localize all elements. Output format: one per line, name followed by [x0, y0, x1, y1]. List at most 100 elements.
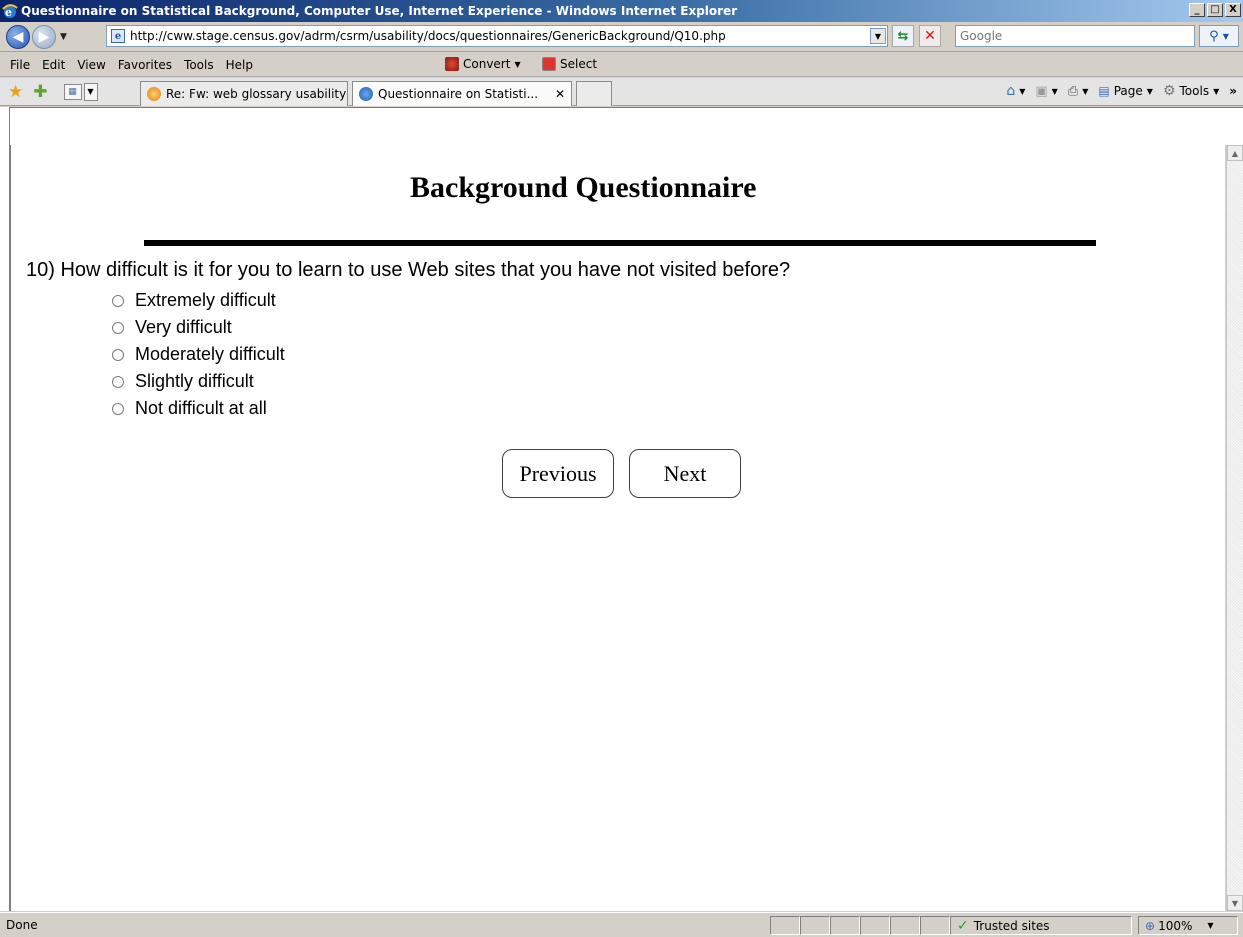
add-favorites-icon[interactable]: ✚ [33, 82, 47, 102]
address-url[interactable]: http://cww.stage.census.gov/adrm/csrm/us… [130, 29, 726, 43]
forward-button[interactable]: ▶ [32, 24, 56, 49]
page-menu-label: Page [1113, 84, 1143, 98]
option-moderately-difficult[interactable]: Moderately difficult [112, 341, 285, 368]
home-icon: ⌂ [1006, 83, 1016, 99]
menu-help[interactable]: Help [226, 58, 253, 72]
search-input[interactable]: Google [955, 25, 1195, 47]
print-icon: ⎙ [1067, 83, 1079, 99]
recent-pages-dropdown[interactable]: ▼ [60, 32, 67, 42]
page-icon: e [111, 29, 125, 43]
tab-web-glossary[interactable]: Re: Fw: web glossary usability [140, 81, 348, 106]
radio-button[interactable] [112, 294, 124, 307]
command-bar: ⌂ ▼ ▣ ▼ ⎙ ▼ ▤ Page ▼ ⚙ Tools ▼ » [1006, 83, 1237, 99]
tab-label: Re: Fw: web glossary usability [166, 87, 347, 101]
feeds-icon: ▣ [1035, 83, 1048, 99]
home-button[interactable]: ⌂ ▼ [1006, 83, 1025, 99]
tab-questionnaire[interactable]: Questionnaire on Statisti... ✕ [352, 81, 572, 106]
zoom-control[interactable]: ⊕ 100% ▼ [1138, 916, 1238, 935]
previous-button[interactable]: Previous [502, 449, 614, 498]
address-toolbar: ◀ ▶ ▼ e http://cww.stage.census.gov/adrm… [0, 22, 1243, 52]
title-bar: e Questionnaire on Statistical Backgroun… [0, 0, 1243, 22]
convert-label: Convert [463, 57, 511, 71]
zoom-icon: ⊕ [1145, 918, 1156, 933]
option-label: Slightly difficult [135, 371, 254, 391]
convert-icon [445, 57, 459, 71]
radio-button[interactable] [112, 348, 124, 361]
option-not-difficult[interactable]: Not difficult at all [112, 395, 285, 422]
ie-logo-icon: e [2, 4, 18, 19]
search-placeholder: Google [960, 29, 1003, 43]
search-options-dropdown[interactable]: ▼ [1223, 32, 1229, 41]
zone-label: Trusted sites [973, 918, 1050, 933]
select-icon [542, 57, 556, 71]
scroll-down-icon[interactable]: ▼ [1227, 895, 1243, 911]
svg-text:e: e [5, 6, 12, 19]
address-dropdown-button[interactable]: ▼ [870, 28, 886, 44]
chevron-more-icon[interactable]: » [1229, 84, 1237, 98]
tab-ie-icon [359, 87, 373, 101]
menu-file[interactable]: File [10, 58, 30, 72]
radio-button[interactable] [112, 402, 124, 415]
option-label: Not difficult at all [135, 398, 267, 418]
menu-bar: File Edit View Favorites Tools Help Conv… [0, 53, 1243, 77]
close-window-button[interactable]: X [1225, 3, 1241, 17]
minimize-button[interactable]: _ [1189, 3, 1205, 17]
scroll-up-icon[interactable]: ▲ [1227, 145, 1243, 161]
status-bar: Done ✓ Trusted sites ⊕ 100% ▼ [0, 912, 1243, 937]
convert-dropdown-icon: ▼ [514, 59, 521, 69]
checkmark-icon: ✓ [957, 917, 969, 934]
status-pane [860, 916, 890, 935]
option-label: Moderately difficult [135, 344, 285, 364]
content-top [0, 107, 1243, 145]
tab-bar: ★ ✚ ▦ ▼ Re: Fw: web glossary usability Q… [0, 78, 1243, 106]
status-panes [770, 916, 950, 935]
page-menu[interactable]: ▤ Page ▼ [1098, 84, 1153, 98]
security-zone[interactable]: ✓ Trusted sites [950, 916, 1132, 935]
convert-button[interactable]: Convert ▼ [445, 57, 521, 71]
option-label: Extremely difficult [135, 290, 276, 310]
status-text: Done [6, 918, 38, 932]
answer-options: Extremely difficult Very difficult Moder… [112, 287, 285, 422]
new-tab-button[interactable] [576, 81, 612, 106]
select-label: Select [560, 57, 598, 71]
tab-mail-icon [147, 87, 161, 101]
vertical-scrollbar[interactable]: ▲ ▼ [1226, 145, 1243, 911]
option-extremely-difficult[interactable]: Extremely difficult [112, 287, 285, 314]
tab-list-dropdown[interactable]: ▼ [83, 82, 98, 101]
radio-button[interactable] [112, 321, 124, 334]
menu-view[interactable]: View [77, 58, 105, 72]
tools-menu[interactable]: ⚙ Tools ▼ [1163, 83, 1219, 99]
favorites-star-icon[interactable]: ★ [8, 82, 23, 102]
zoom-dropdown-icon: ▼ [1207, 921, 1214, 930]
refresh-icon[interactable]: ⇆ [892, 25, 914, 47]
stop-icon[interactable]: ✕ [919, 25, 941, 47]
print-button[interactable]: ⎙ ▼ [1068, 84, 1089, 99]
option-very-difficult[interactable]: Very difficult [112, 314, 285, 341]
quick-tabs-icon[interactable]: ▦ [63, 83, 82, 100]
window-title: Questionnaire on Statistical Background,… [21, 4, 738, 18]
back-button[interactable]: ◀ [6, 24, 30, 49]
title-divider [144, 240, 1096, 246]
menu-tools[interactable]: Tools [184, 58, 214, 72]
status-pane [890, 916, 920, 935]
maximize-button[interactable]: □ [1207, 3, 1223, 17]
status-pane [800, 916, 830, 935]
page-menu-icon: ▤ [1098, 84, 1110, 98]
radio-button[interactable] [112, 375, 124, 388]
menu-edit[interactable]: Edit [42, 58, 65, 72]
zoom-level: 100% [1158, 918, 1193, 933]
next-button[interactable]: Next [629, 449, 741, 498]
menu-favorites[interactable]: Favorites [118, 58, 172, 72]
gear-icon: ⚙ [1162, 83, 1176, 99]
content-left-edge [0, 107, 10, 911]
feeds-button[interactable]: ▣ ▼ [1035, 84, 1057, 99]
close-tab-icon[interactable]: ✕ [555, 87, 565, 101]
tab-label: Questionnaire on Statisti... [378, 87, 539, 101]
select-button[interactable]: Select [542, 57, 597, 71]
option-label: Very difficult [135, 317, 232, 337]
status-pane [770, 916, 800, 935]
option-slightly-difficult[interactable]: Slightly difficult [112, 368, 285, 395]
address-bar[interactable]: e http://cww.stage.census.gov/adrm/csrm/… [106, 25, 888, 47]
search-button[interactable]: ⚲ ▼ [1199, 25, 1239, 47]
status-pane [920, 916, 950, 935]
